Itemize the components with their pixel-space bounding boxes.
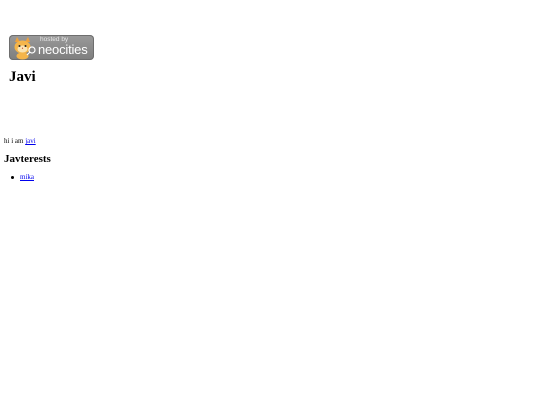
page-title: Javi	[9, 69, 36, 85]
interests-heading: Javterests	[4, 153, 51, 165]
interest-link-mika[interactable]: mika	[20, 173, 34, 181]
neocities-cat-icon	[14, 37, 36, 60]
intro-prefix: hi i am	[4, 137, 26, 145]
badge-brand-text: neocities	[38, 42, 88, 57]
intro-name-link[interactable]: javi	[25, 137, 36, 145]
interests-list: mika	[11, 173, 34, 181]
bullet-icon	[11, 176, 14, 179]
list-item: mika	[11, 173, 34, 181]
hosted-by-neocities-badge[interactable]: hosted by neocities	[9, 35, 94, 60]
page: hosted by neocities Javi hi i am javi Ja…	[0, 0, 540, 405]
intro-text: hi i am javi	[4, 137, 36, 145]
